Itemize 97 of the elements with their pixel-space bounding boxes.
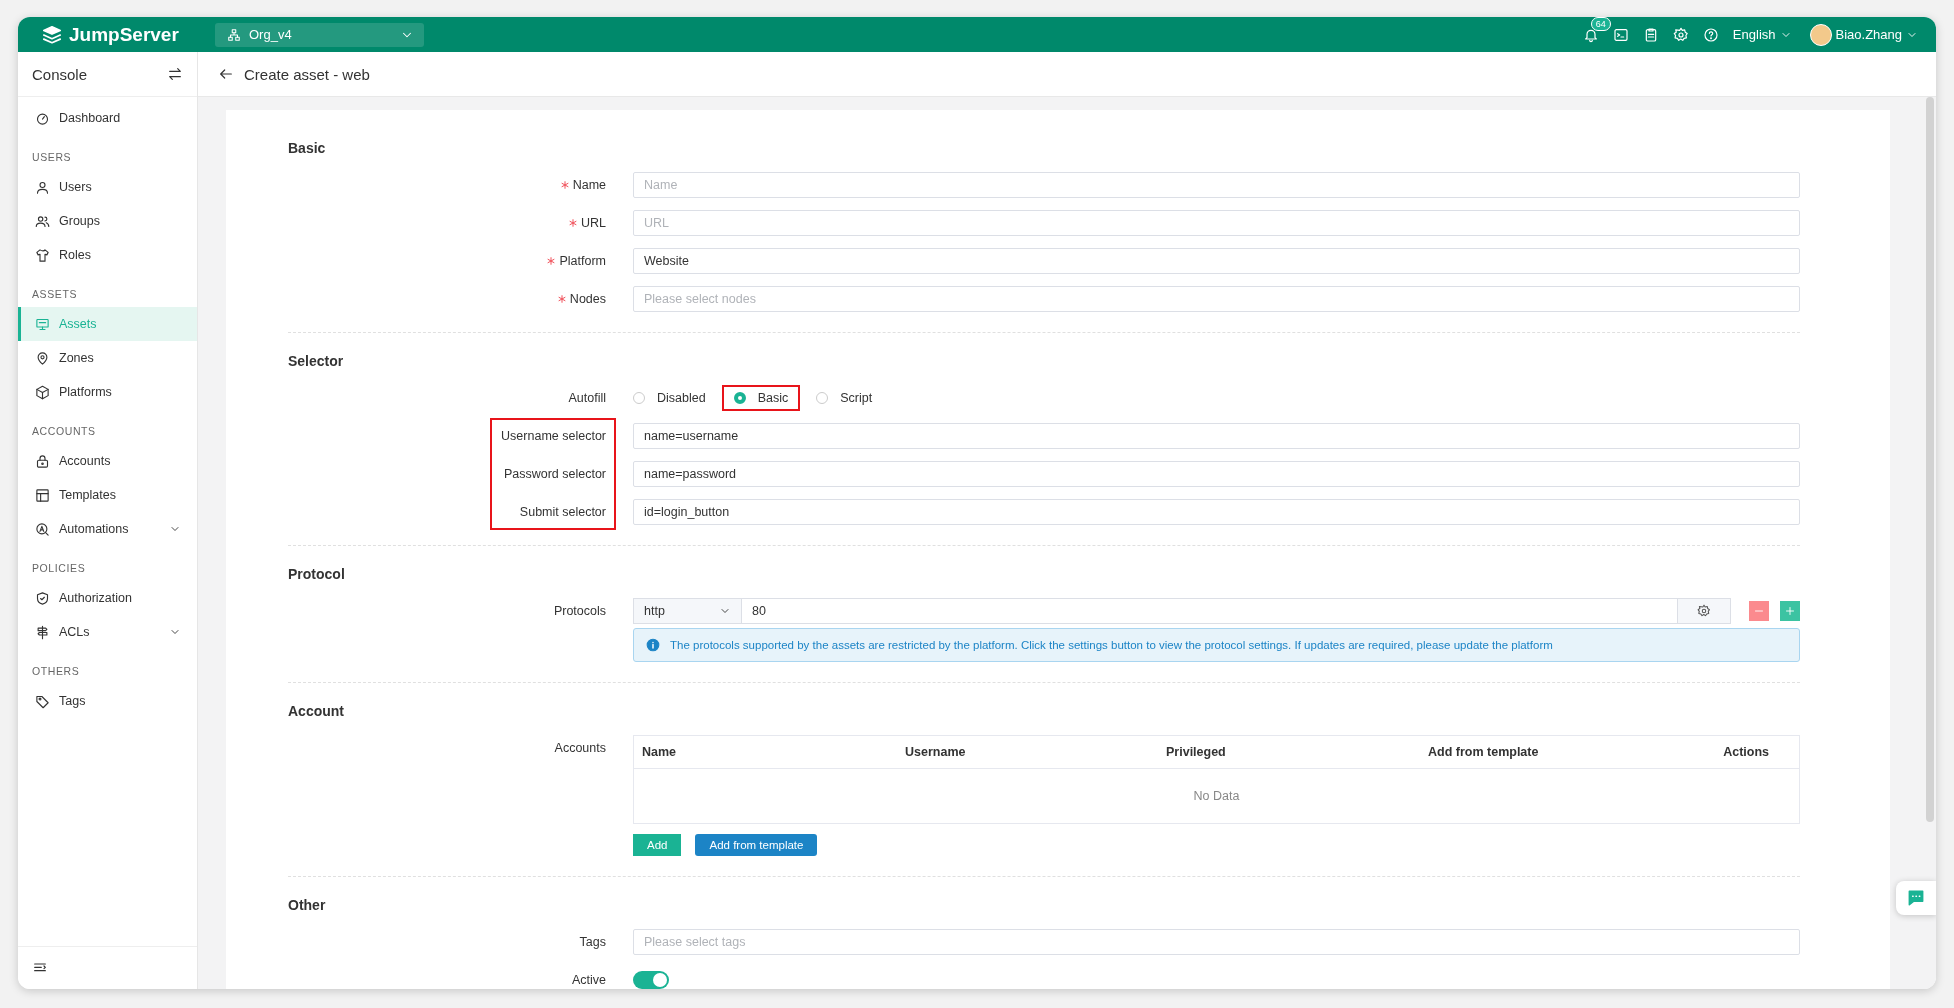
menu-item-icon	[35, 110, 50, 126]
column-header: Username	[904, 745, 967, 759]
menu-item-icon	[35, 624, 50, 640]
toggle-switch[interactable]	[633, 971, 669, 989]
field-label: Name	[572, 177, 606, 194]
organization-icon	[227, 27, 241, 42]
menu-item-icon	[35, 179, 50, 195]
sidebar-item[interactable]: Automations	[18, 512, 197, 546]
sidebar-heading: ACCOUNTS	[31, 424, 97, 439]
required-icon	[569, 219, 577, 227]
field-label: Username selector	[501, 428, 606, 445]
help-icon[interactable]	[1702, 26, 1719, 43]
radio-label[interactable]: Script	[840, 391, 873, 405]
sidebar-item[interactable]: ACLs	[18, 615, 197, 649]
section-title: Protocol	[288, 565, 346, 584]
input-field[interactable]: Please select nodes	[633, 286, 1800, 312]
logo-text: JumpServer	[69, 23, 179, 46]
radio-button[interactable]	[733, 392, 746, 404]
page-title: Create asset - web	[244, 65, 370, 83]
sidebar-item[interactable]: Authorization	[18, 581, 197, 615]
field-label: Accounts	[554, 740, 606, 757]
scrollbar[interactable]	[1926, 97, 1934, 822]
column-header: Add from template	[1427, 745, 1540, 759]
sidebar-item[interactable]: Platforms	[18, 375, 197, 409]
action-button[interactable]: Add from template	[695, 834, 818, 856]
field-label: Submit selector	[519, 504, 606, 521]
input-field[interactable]: id=login_button	[633, 499, 1800, 525]
menu-item-icon	[35, 521, 50, 537]
section-title: Account	[288, 702, 345, 721]
menu-item-icon	[35, 213, 50, 229]
menu-item-icon	[35, 350, 50, 366]
sidebar-item[interactable]: Zones	[18, 341, 197, 375]
menu-item-icon	[35, 384, 50, 400]
sidebar-item[interactable]: Dashboard	[18, 101, 197, 135]
avatar[interactable]	[1809, 23, 1832, 46]
field-label: URL	[581, 215, 606, 232]
sidebar-heading: POLICIES	[31, 561, 87, 576]
field-label: Autofill	[568, 390, 606, 407]
sidebar-heading: USERS	[31, 150, 73, 165]
info-text: The protocols supported by the assets are restricted by the platform. Click the settings button to view the protocol settings. If updates are required, please update the platform	[670, 639, 1553, 651]
menu-item-icon	[35, 590, 50, 606]
field-label: Tags	[579, 934, 606, 951]
section-title: Basic	[288, 139, 327, 158]
language-selector[interactable]: English	[1732, 27, 1792, 42]
input-field[interactable]: name=username	[633, 423, 1800, 449]
column-header: Name	[641, 745, 678, 759]
terminal-icon[interactable]	[1612, 26, 1629, 43]
required-icon	[560, 181, 569, 189]
sidebar-item[interactable]: Groups	[18, 204, 197, 238]
sidebar-heading: ASSETS	[31, 287, 79, 302]
empty-message: No Data	[1193, 789, 1240, 803]
input-field[interactable]: Please select tags	[633, 929, 1800, 955]
port-field[interactable]: 80	[741, 598, 1678, 624]
sidebar-item[interactable]: Templates	[18, 478, 197, 512]
settings-button[interactable]	[1678, 598, 1731, 624]
settings-icon[interactable]	[1672, 26, 1689, 43]
back-arrow-icon[interactable]	[218, 66, 234, 82]
required-icon	[547, 257, 556, 265]
radio-label[interactable]: Basic	[757, 391, 789, 405]
column-header: Actions	[1722, 745, 1770, 759]
menu-item-icon	[35, 487, 50, 503]
column-header: Privileged	[1165, 745, 1227, 759]
menu-item-icon	[35, 247, 50, 263]
field-label: Password selector	[503, 466, 606, 483]
sidebar-item[interactable]: Users	[18, 170, 197, 204]
notification-badge: 64	[1590, 17, 1611, 31]
field-label: Nodes	[569, 291, 606, 308]
radio-button[interactable]	[816, 392, 829, 404]
required-icon	[557, 295, 566, 303]
field-label: Active	[571, 972, 606, 989]
field-label: Protocols	[553, 603, 606, 620]
chat-icon[interactable]	[1906, 888, 1926, 908]
radio-button[interactable]	[633, 392, 645, 404]
input-field[interactable]: Website	[633, 248, 1800, 274]
protocol-select[interactable]: http	[633, 598, 741, 624]
radio-label[interactable]: Disabled	[657, 391, 706, 405]
menu-item-icon	[35, 316, 50, 332]
sidebar-heading: OTHERS	[31, 664, 81, 679]
settings-icon	[1697, 604, 1711, 618]
input-field[interactable]: Name	[633, 172, 1800, 198]
section-title: Selector	[288, 352, 345, 371]
info-icon	[646, 638, 660, 652]
input-field[interactable]: name=password	[633, 461, 1800, 487]
menu-item-icon	[35, 693, 50, 709]
sidebar-item[interactable]: Tags	[18, 684, 197, 718]
section-title: Other	[288, 896, 327, 915]
field-label: Platform	[559, 253, 606, 270]
sidebar-item[interactable]: Roles	[18, 238, 197, 272]
logo-icon	[41, 23, 63, 46]
menu-item-icon	[35, 453, 50, 469]
sidebar-item[interactable]: Accounts	[18, 444, 197, 478]
input-field[interactable]: URL	[633, 210, 1800, 236]
sidebar-title: Console	[32, 65, 88, 83]
organization-selector[interactable]: Org_v4	[215, 22, 424, 47]
plus-icon	[1784, 605, 1796, 617]
swap-icon[interactable]	[167, 66, 183, 82]
user-menu[interactable]: Biao.Zhang	[1835, 27, 1918, 42]
